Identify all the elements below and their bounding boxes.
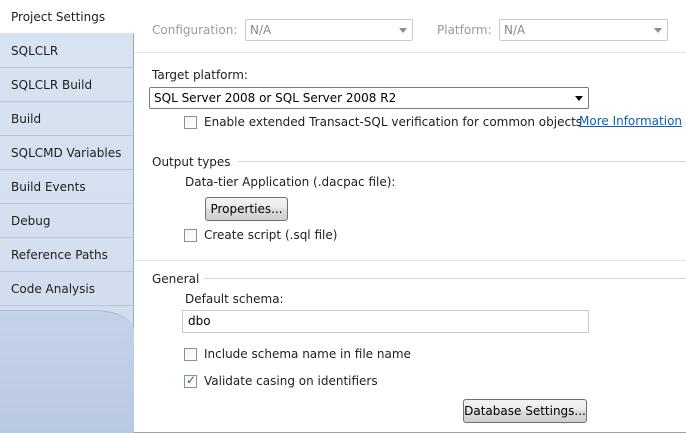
tab-debug[interactable]: Debug xyxy=(0,204,134,238)
extended-verification-label: Enable extended Transact-SQL verificatio… xyxy=(204,115,583,129)
validate-casing-checkbox[interactable]: ✓ xyxy=(184,373,197,388)
checkmark-icon: ✓ xyxy=(186,373,197,387)
default-schema-input[interactable]: dbo xyxy=(182,310,589,333)
database-settings-button[interactable]: Database Settings... xyxy=(463,399,587,423)
configuration-value: N/A xyxy=(250,23,272,37)
general-heading: General xyxy=(152,272,200,286)
tab-build-events[interactable]: Build Events xyxy=(0,170,134,204)
tab-build[interactable]: Build xyxy=(0,102,134,136)
target-platform-combo[interactable]: SQL Server 2008 or SQL Server 2008 R2 xyxy=(149,87,589,109)
output-types-divider xyxy=(238,161,686,162)
platform-combo: N/A xyxy=(499,19,668,41)
extended-verification-checkbox[interactable] xyxy=(184,116,197,129)
chevron-down-icon xyxy=(654,28,662,33)
tab-sqlcmd-variables[interactable]: SQLCMD Variables xyxy=(0,136,134,170)
configuration-combo: N/A xyxy=(245,19,413,41)
tab-reference-paths[interactable]: Reference Paths xyxy=(0,238,134,272)
settings-panel: Configuration: N/A Platform: N/A Target … xyxy=(134,0,686,432)
general-divider xyxy=(204,278,686,279)
create-script-checkbox[interactable] xyxy=(184,229,197,242)
sidebar-background-shape xyxy=(0,310,134,433)
default-schema-label: Default schema: xyxy=(185,292,284,306)
tab-sqlclr[interactable]: SQLCLR xyxy=(0,34,134,68)
target-platform-label: Target platform: xyxy=(152,68,248,82)
target-platform-value: SQL Server 2008 or SQL Server 2008 R2 xyxy=(154,91,397,105)
output-types-heading: Output types xyxy=(152,155,231,169)
section-divider xyxy=(134,260,686,261)
validate-casing-label: Validate casing on identifiers xyxy=(204,374,378,388)
include-schema-checkbox[interactable] xyxy=(184,348,197,361)
include-schema-label: Include schema name in file name xyxy=(204,347,411,361)
platform-label: Platform: xyxy=(437,23,492,37)
platform-value: N/A xyxy=(504,23,526,37)
header-divider xyxy=(134,52,686,53)
properties-button[interactable]: Properties... xyxy=(205,197,288,221)
sidebar: Project Settings SQLCLR SQLCLR Build Bui… xyxy=(0,0,135,433)
project-properties-window: Project Settings SQLCLR SQLCLR Build Bui… xyxy=(0,0,686,433)
create-script-label: Create script (.sql file) xyxy=(204,228,338,242)
more-information-link[interactable]: More Information xyxy=(579,114,682,128)
tab-project-settings[interactable]: Project Settings xyxy=(0,0,135,34)
configuration-label: Configuration: xyxy=(152,23,238,37)
tab-code-analysis[interactable]: Code Analysis xyxy=(0,272,134,306)
dacpac-label: Data-tier Application (.dacpac file): xyxy=(185,175,396,189)
tab-sqlclr-build[interactable]: SQLCLR Build xyxy=(0,68,134,102)
chevron-down-icon xyxy=(575,96,583,101)
chevron-down-icon xyxy=(399,28,407,33)
